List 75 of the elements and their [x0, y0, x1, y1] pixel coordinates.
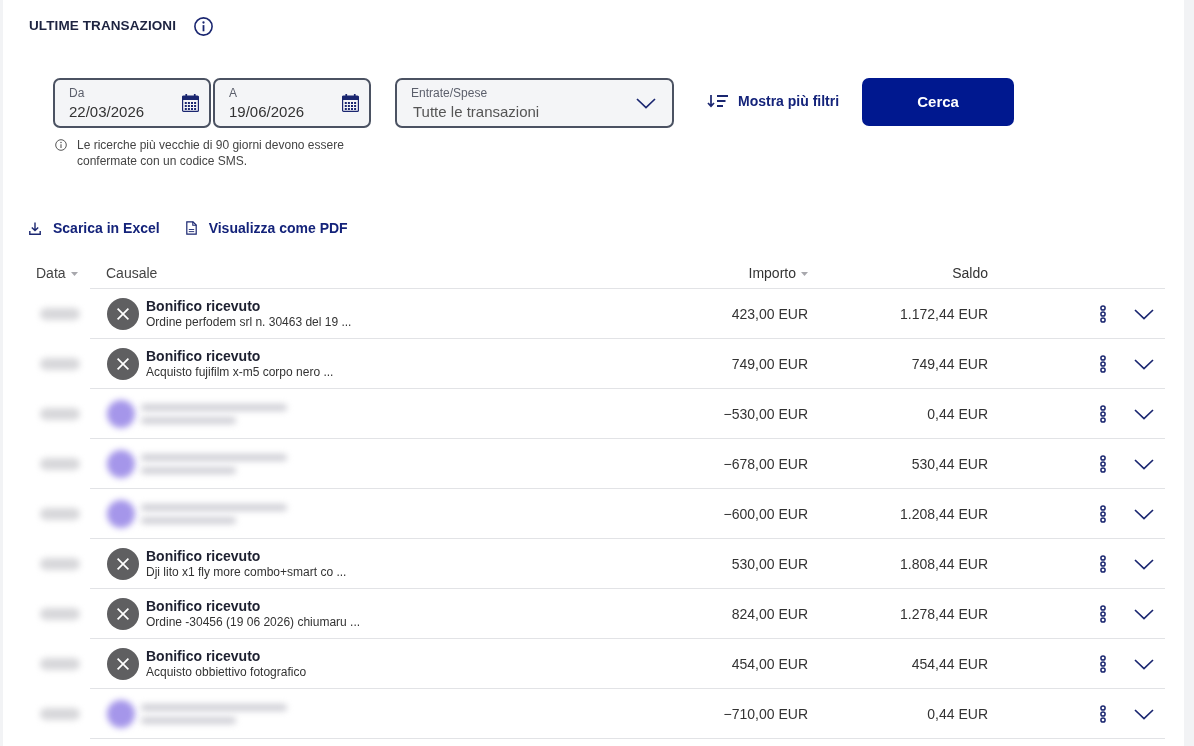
transaction-amount: 749,00 EUR — [731, 355, 808, 372]
kebab-menu-icon[interactable] — [1100, 305, 1106, 324]
transaction-amount: 423,00 EUR — [731, 305, 808, 322]
account-balance: 1.808,44 EUR — [900, 555, 988, 572]
transaction-description: Ordine perfodem srl n. 30463 del 19 ... — [146, 315, 352, 331]
cross-circle-icon — [107, 548, 139, 581]
cross-circle-icon — [107, 348, 139, 381]
kebab-menu-icon[interactable] — [1100, 705, 1106, 724]
more-filters-button[interactable]: Mostra più filtri — [707, 78, 840, 125]
calendar-icon[interactable] — [182, 94, 199, 113]
account-balance: 1.208,44 EUR — [900, 505, 988, 522]
transaction-title: Bonifico ricevuto — [146, 548, 262, 566]
column-header: Causale — [106, 264, 158, 284]
search-button[interactable]: Cerca — [862, 78, 1015, 127]
pdf-view-link[interactable]: Visualizza come PDF — [185, 218, 348, 239]
transaction-amount: −600,00 EUR — [723, 505, 808, 522]
account-balance: 749,44 EUR — [911, 355, 988, 372]
field-label: Entrate/Spese — [411, 86, 489, 101]
kebab-menu-icon[interactable] — [1100, 505, 1106, 524]
transaction-amount: 530,00 EUR — [731, 555, 808, 572]
section-title: ULTIME TRANSAZIONI — [29, 17, 177, 35]
column-header[interactable]: Data — [36, 263, 78, 285]
column-header: Saldo — [952, 264, 988, 284]
date-field[interactable]: Da 22/03/2026 — [53, 78, 211, 129]
expand-chevron-icon[interactable] — [1134, 508, 1154, 520]
expand-chevron-icon[interactable] — [1134, 408, 1154, 420]
calendar-icon[interactable] — [342, 94, 359, 113]
expand-chevron-icon[interactable] — [1134, 608, 1154, 620]
search-note: Le ricerche più vecchie di 90 giorni devono essere confermate con un codice SMS. — [77, 137, 345, 170]
transaction-title: Bonifico ricevuto — [146, 648, 262, 666]
field-label: Da — [69, 86, 86, 101]
account-balance: 0,44 EUR — [927, 405, 988, 422]
account-balance: 454,44 EUR — [911, 655, 988, 672]
kebab-menu-icon[interactable] — [1100, 405, 1106, 424]
transaction-amount: −710,00 EUR — [723, 705, 808, 722]
transaction-type-select[interactable]: Entrate/Spese Tutte le transazioni — [395, 78, 674, 129]
transaction-description: Ordine -30456 (19 06 2026) chiumaru ... — [146, 615, 361, 631]
cross-circle-icon — [107, 598, 139, 631]
field-label: A — [229, 86, 238, 101]
expand-chevron-icon[interactable] — [1134, 658, 1154, 670]
transaction-title: Bonifico ricevuto — [146, 598, 262, 616]
account-balance: 1.278,44 EUR — [900, 605, 988, 622]
excel-download-link[interactable]: Scarica in Excel — [29, 218, 160, 239]
expand-chevron-icon[interactable] — [1134, 558, 1154, 570]
info-icon — [55, 139, 67, 152]
download-icon — [29, 221, 41, 235]
kebab-menu-icon[interactable] — [1100, 355, 1106, 374]
account-balance: 0,44 EUR — [927, 705, 988, 722]
column-header[interactable]: Importo — [748, 263, 808, 285]
date-field[interactable]: A 19/06/2026 — [213, 78, 371, 129]
transaction-description: Acquisto fujifilm x-m5 corpo nero ... — [146, 365, 334, 381]
kebab-menu-icon[interactable] — [1100, 605, 1106, 624]
expand-chevron-icon[interactable] — [1134, 458, 1154, 470]
info-icon[interactable] — [194, 16, 214, 36]
kebab-menu-icon[interactable] — [1100, 555, 1106, 574]
document-icon — [185, 221, 197, 236]
expand-chevron-icon[interactable] — [1134, 308, 1154, 320]
chevron-down-icon — [636, 97, 656, 109]
transaction-title: Bonifico ricevuto — [146, 298, 262, 316]
cross-circle-icon — [107, 298, 139, 331]
cross-circle-icon — [107, 648, 139, 681]
sort-icon — [707, 94, 729, 109]
transaction-description: Acquisto obbiettivo fotografico — [146, 665, 307, 681]
transaction-amount: 824,00 EUR — [731, 605, 808, 622]
transaction-amount: −678,00 EUR — [723, 455, 808, 472]
transaction-amount: −530,00 EUR — [723, 405, 808, 422]
account-balance: 1.172,44 EUR — [900, 305, 988, 322]
kebab-menu-icon[interactable] — [1100, 655, 1106, 674]
transaction-amount: 454,00 EUR — [731, 655, 808, 672]
account-balance: 530,44 EUR — [911, 455, 988, 472]
transaction-title: Bonifico ricevuto — [146, 348, 262, 366]
expand-chevron-icon[interactable] — [1134, 358, 1154, 370]
transaction-description: Dji lito x1 fly more combo+smart co ... — [146, 565, 347, 581]
kebab-menu-icon[interactable] — [1100, 455, 1106, 474]
expand-chevron-icon[interactable] — [1134, 708, 1154, 720]
